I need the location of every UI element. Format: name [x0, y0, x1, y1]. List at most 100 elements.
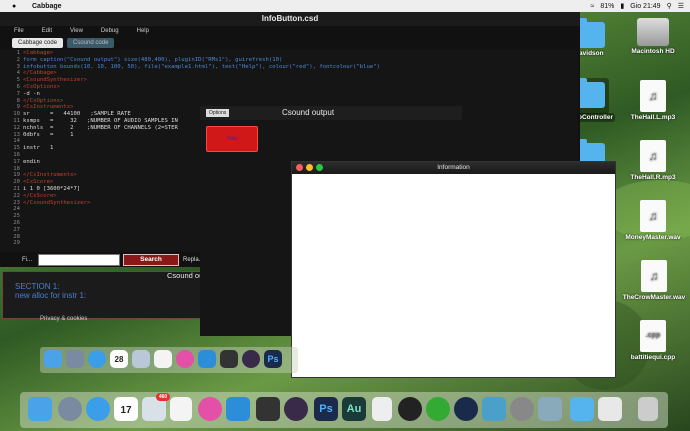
menu-list-icon[interactable]: ☰ — [678, 2, 684, 10]
tab-cabbage-code[interactable]: Cabbage code — [12, 38, 64, 48]
search-icon[interactable]: ⚲ — [667, 2, 672, 10]
keynote-icon[interactable] — [198, 350, 216, 368]
preview-icon[interactable] — [132, 350, 150, 368]
line-number-gutter: 1 2 3 4 5 6 7 8 9 10 11 12 13 14 15 16 17 18 19 20 21 22 23 24 2… — [0, 50, 20, 247]
code-line[interactable]: <CsOptions> — [23, 84, 380, 91]
itunes-icon[interactable] — [176, 350, 194, 368]
desktop-icon-macintosh-hd[interactable]: Macintosh HD — [618, 18, 688, 55]
app-icon[interactable] — [454, 397, 478, 421]
csound-output-title: Csound output — [282, 108, 335, 117]
clock[interactable]: Gio 21:49 — [630, 3, 660, 10]
audition-icon[interactable]: Au — [342, 397, 366, 421]
close-icon[interactable] — [296, 164, 303, 171]
safari-icon[interactable] — [88, 350, 106, 368]
app-icon[interactable] — [398, 397, 422, 421]
desktop-icon-thehall-l[interactable]: ♫ TheHall.L.mp3 — [618, 80, 688, 121]
options-button[interactable]: Options — [206, 109, 230, 117]
menu-debug[interactable]: Debug — [101, 26, 119, 36]
menu-edit[interactable]: Edit — [42, 26, 52, 36]
audio-file-icon: ♫ — [640, 80, 666, 112]
line-number: 10 — [13, 111, 20, 118]
piano-icon[interactable] — [220, 350, 238, 368]
code-line[interactable]: <Cabbage> — [23, 50, 380, 57]
minimize-icon[interactable] — [306, 164, 313, 171]
line-number: 1 — [16, 50, 20, 56]
menubar-app-name[interactable]: Cabbage — [32, 3, 62, 10]
code-line[interactable]: infobutton bounds(10, 10, 100, 50), file… — [23, 64, 380, 71]
system-preferences-icon[interactable] — [510, 397, 534, 421]
line-number: 20 — [13, 179, 20, 186]
audio-file-icon: ♫ — [640, 200, 666, 232]
finder-icon[interactable] — [44, 350, 62, 368]
desktop-icon-thehall-r[interactable]: ♫ TheHall.R.mp3 — [618, 140, 688, 181]
photoshop-icon[interactable]: Ps — [314, 397, 338, 421]
information-title: Information — [437, 164, 470, 171]
line-number: 14 — [13, 138, 20, 145]
reminders-icon[interactable] — [170, 397, 192, 421]
line-number: 13 — [13, 131, 20, 138]
trash-icon[interactable] — [638, 397, 658, 421]
apple-icon[interactable]: ● — [12, 3, 22, 10]
battery-icon[interactable]: ▮ — [620, 2, 624, 10]
menu-view[interactable]: View — [70, 26, 83, 36]
piano-icon[interactable] — [256, 397, 280, 421]
dock-secondary: 28 Ps — [40, 347, 298, 373]
line-number: 16 — [13, 151, 20, 158]
information-window: Information — [291, 161, 616, 378]
cabbage-app-icon[interactable] — [284, 397, 308, 421]
line-number: 17 — [13, 158, 20, 165]
help-info-button[interactable]: Help — [206, 126, 258, 152]
calendar-icon[interactable]: 17 — [114, 397, 138, 421]
stack-icon[interactable] — [598, 397, 622, 421]
safari-icon[interactable] — [86, 397, 110, 421]
desktop-icon-thecrowmaster[interactable]: ♫ TheCrowMaster.wav — [618, 260, 690, 301]
app-icon[interactable] — [538, 397, 562, 421]
find-label: Fi... — [22, 257, 32, 263]
mail-badge: 460 — [156, 393, 170, 401]
photoshop-icon[interactable]: Ps — [264, 350, 282, 368]
code-line[interactable]: -d -n — [23, 91, 380, 98]
search-button[interactable]: Search — [123, 254, 179, 266]
information-titlebar: Information — [292, 162, 615, 174]
launchpad-icon[interactable] — [58, 397, 82, 421]
app-menu: File Edit View Debug Help — [0, 26, 580, 36]
downloads-folder-icon[interactable] — [570, 397, 594, 421]
line-number: 23 — [13, 199, 20, 206]
app-icon[interactable] — [482, 397, 506, 421]
desktop-icon-moneymaster[interactable]: ♫ MoneyMaster.wav — [618, 200, 688, 241]
app-icon[interactable] — [426, 397, 450, 421]
wifi-icon[interactable]: ≈ — [591, 3, 595, 10]
zoom-icon[interactable] — [316, 164, 323, 171]
parking-app-icon[interactable] — [372, 397, 392, 421]
line-number: 12 — [13, 124, 20, 131]
csound-output-titlebar: Options Csound output — [200, 106, 462, 120]
code-line[interactable]: <CsoundSynthesizer> — [23, 77, 380, 84]
reminders-icon[interactable] — [154, 350, 172, 368]
line-number: 3 — [16, 63, 20, 70]
line-number: 7 — [16, 90, 20, 97]
calendar-icon[interactable]: 28 — [110, 350, 128, 368]
code-line[interactable]: </Cabbage> — [23, 70, 380, 77]
line-number: 25 — [13, 213, 20, 220]
keynote-icon[interactable] — [226, 397, 250, 421]
finder-icon[interactable] — [28, 397, 52, 421]
line-number: 19 — [13, 172, 20, 179]
line-number: 29 — [13, 240, 20, 247]
tab-csound-code[interactable]: Csound code — [67, 38, 115, 48]
launchpad-icon[interactable] — [66, 350, 84, 368]
menu-bar: ● Cabbage ≈ 81% ▮ Gio 21:49 ⚲ ☰ — [0, 0, 690, 12]
itunes-icon[interactable] — [198, 397, 222, 421]
line-number: 5 — [16, 77, 20, 84]
desktop-icon-battitiequi[interactable]: .cpp battitiequi.cpp — [618, 320, 688, 361]
privacy-link[interactable]: Privacy & cookies — [40, 316, 87, 322]
find-input[interactable] — [38, 254, 120, 266]
menu-help[interactable]: Help — [137, 26, 149, 36]
code-line[interactable]: </CsOptions> — [23, 98, 380, 105]
hard-drive-icon — [637, 18, 669, 46]
menu-file[interactable]: File — [14, 26, 24, 36]
line-number: 18 — [13, 165, 20, 172]
console-line: SECTION 1: — [15, 282, 60, 291]
battery-percent[interactable]: 81% — [600, 3, 614, 10]
cabbage-app-icon[interactable] — [242, 350, 260, 368]
code-line[interactable]: form caption("Csound output") size(480,4… — [23, 57, 380, 64]
